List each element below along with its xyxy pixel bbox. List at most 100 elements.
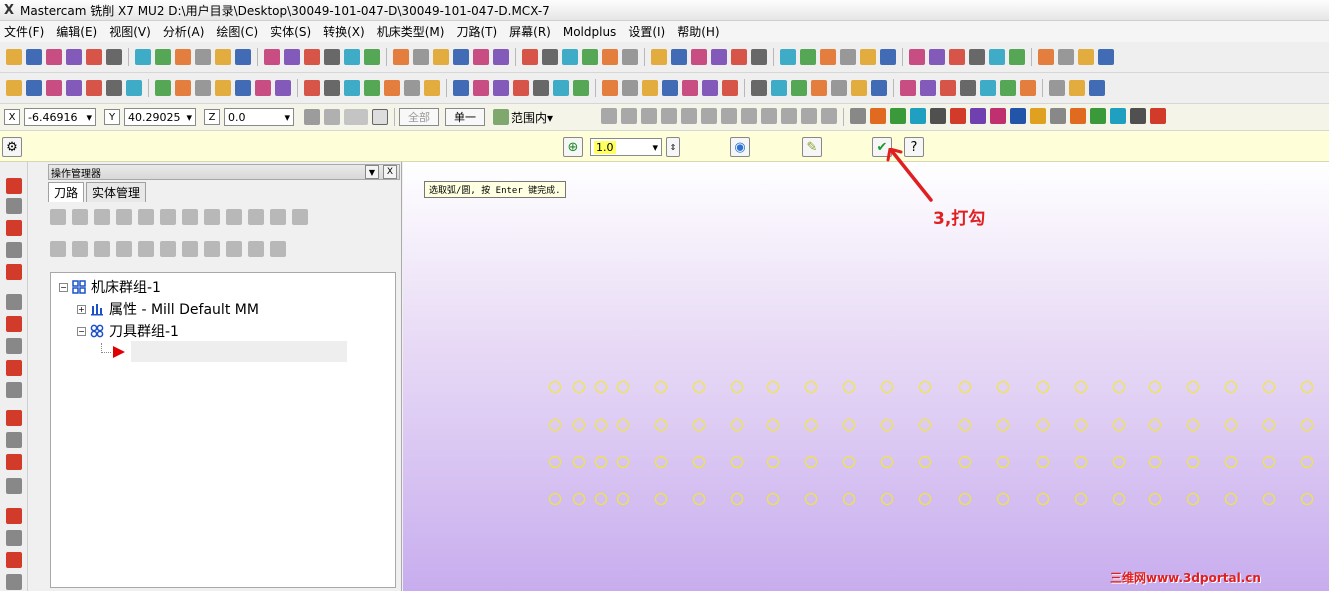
main-tool-icon[interactable] [542,49,558,65]
main-tool-icon[interactable] [155,49,171,65]
main-tool-icon[interactable] [26,49,42,65]
selection-tool-icon[interactable] [970,108,986,124]
drawing-tool-icon[interactable] [424,80,440,96]
toolpath-op-icon[interactable] [94,209,110,225]
selection-tool-icon[interactable] [850,108,866,124]
hole-circle[interactable] [997,456,1009,468]
main-tool-icon[interactable] [493,49,509,65]
main-tool-icon[interactable] [820,49,836,65]
hole-circle[interactable] [767,456,779,468]
wireframe-select-icon[interactable] [493,109,509,125]
drawing-tool-icon[interactable] [364,80,380,96]
main-tool-icon[interactable] [731,49,747,65]
solid-tool-icon[interactable] [6,410,22,426]
selection-tool-icon[interactable] [721,108,737,124]
drawing-tool-icon[interactable] [771,80,787,96]
selection-mode-select[interactable]: 范围内▾ [511,109,591,126]
hole-circle[interactable] [573,381,585,393]
selection-tool-icon[interactable] [910,108,926,124]
solid-tool-icon[interactable] [6,552,22,568]
hole-circle[interactable] [881,493,893,505]
menu-item-8[interactable]: 刀路(T) [456,23,497,40]
main-tool-icon[interactable] [364,49,380,65]
hole-circle[interactable] [767,381,779,393]
drawing-tool-icon[interactable] [1089,80,1105,96]
main-tool-icon[interactable] [135,49,151,65]
solid-tool-icon[interactable] [6,178,22,194]
main-tool-icon[interactable] [1078,49,1094,65]
hole-circle[interactable] [1075,419,1087,431]
drawing-tool-icon[interactable] [722,80,738,96]
hole-circle[interactable] [1149,493,1161,505]
hole-circle[interactable] [731,493,743,505]
main-tool-icon[interactable] [304,49,320,65]
hole-circle[interactable] [731,381,743,393]
solid-tool-icon[interactable] [6,294,22,310]
drawing-tool-icon[interactable] [453,80,469,96]
hole-circle[interactable] [595,456,607,468]
toolpath-op-icon[interactable] [204,241,220,257]
select-single-button[interactable]: 单一 [445,108,485,126]
solid-tool-icon[interactable] [6,264,22,280]
hole-circle[interactable] [1263,381,1275,393]
drawing-tool-icon[interactable] [1020,80,1036,96]
solid-tool-icon[interactable] [6,242,22,258]
menu-item-3[interactable]: 分析(A) [163,23,205,40]
autocursor-settings-icon[interactable] [344,109,368,125]
toolpath-op-icon[interactable] [226,241,242,257]
main-tool-icon[interactable] [86,49,102,65]
menu-item-7[interactable]: 机床类型(M) [377,23,445,40]
hole-circle[interactable] [997,381,1009,393]
main-tool-icon[interactable] [1038,49,1054,65]
hole-circle[interactable] [1113,456,1125,468]
hole-circle[interactable] [1149,381,1161,393]
selection-tool-icon[interactable] [1010,108,1026,124]
menu-item-0[interactable]: 文件(F) [4,23,44,40]
main-tool-icon[interactable] [264,49,280,65]
drawing-tool-icon[interactable] [682,80,698,96]
toolpath-op-icon[interactable] [72,241,88,257]
hole-circle[interactable] [959,456,971,468]
x-input[interactable]: -6.46916 ▾ [24,108,96,126]
drawing-tool-icon[interactable] [175,80,191,96]
main-tool-icon[interactable] [413,49,429,65]
main-tool-icon[interactable] [860,49,876,65]
main-tool-icon[interactable] [453,49,469,65]
main-tool-icon[interactable] [1009,49,1025,65]
drawing-tool-icon[interactable] [86,80,102,96]
toolpath-op-icon[interactable] [248,241,264,257]
graphics-viewport[interactable]: 选取弧/圆, 按 Enter 键完成. 3,打勾 三维网www.3dportal… [403,148,1329,591]
main-tool-icon[interactable] [989,49,1005,65]
main-tool-icon[interactable] [215,49,231,65]
hole-circle[interactable] [1187,419,1199,431]
hole-circle[interactable] [1037,419,1049,431]
toolpath-op-icon[interactable] [160,241,176,257]
drawing-tool-icon[interactable] [215,80,231,96]
hole-circle[interactable] [549,419,561,431]
menu-item-1[interactable]: 编辑(E) [56,23,97,40]
selection-tool-icon[interactable] [741,108,757,124]
toolpath-op-icon[interactable] [160,209,176,225]
hole-circle[interactable] [1075,381,1087,393]
help-icon[interactable] [372,109,388,125]
drawing-tool-icon[interactable] [642,80,658,96]
hole-circle[interactable] [693,456,705,468]
hole-circle[interactable] [843,381,855,393]
solid-tool-icon[interactable] [6,220,22,236]
selection-tool-icon[interactable] [1130,108,1146,124]
hole-circle[interactable] [919,493,931,505]
drawing-tool-icon[interactable] [1000,80,1016,96]
drawing-tool-icon[interactable] [602,80,618,96]
drawing-tool-icon[interactable] [940,80,956,96]
hole-circle[interactable] [1225,381,1237,393]
drawing-tool-icon[interactable] [106,80,122,96]
hole-circle[interactable] [1187,456,1199,468]
selection-tool-icon[interactable] [1150,108,1166,124]
main-tool-icon[interactable] [711,49,727,65]
drawing-tool-icon[interactable] [493,80,509,96]
solid-tool-icon[interactable] [6,382,22,398]
toolpath-op-icon[interactable] [116,209,132,225]
drawing-tool-icon[interactable] [622,80,638,96]
main-tool-icon[interactable] [1058,49,1074,65]
toolpath-op-icon[interactable] [182,209,198,225]
